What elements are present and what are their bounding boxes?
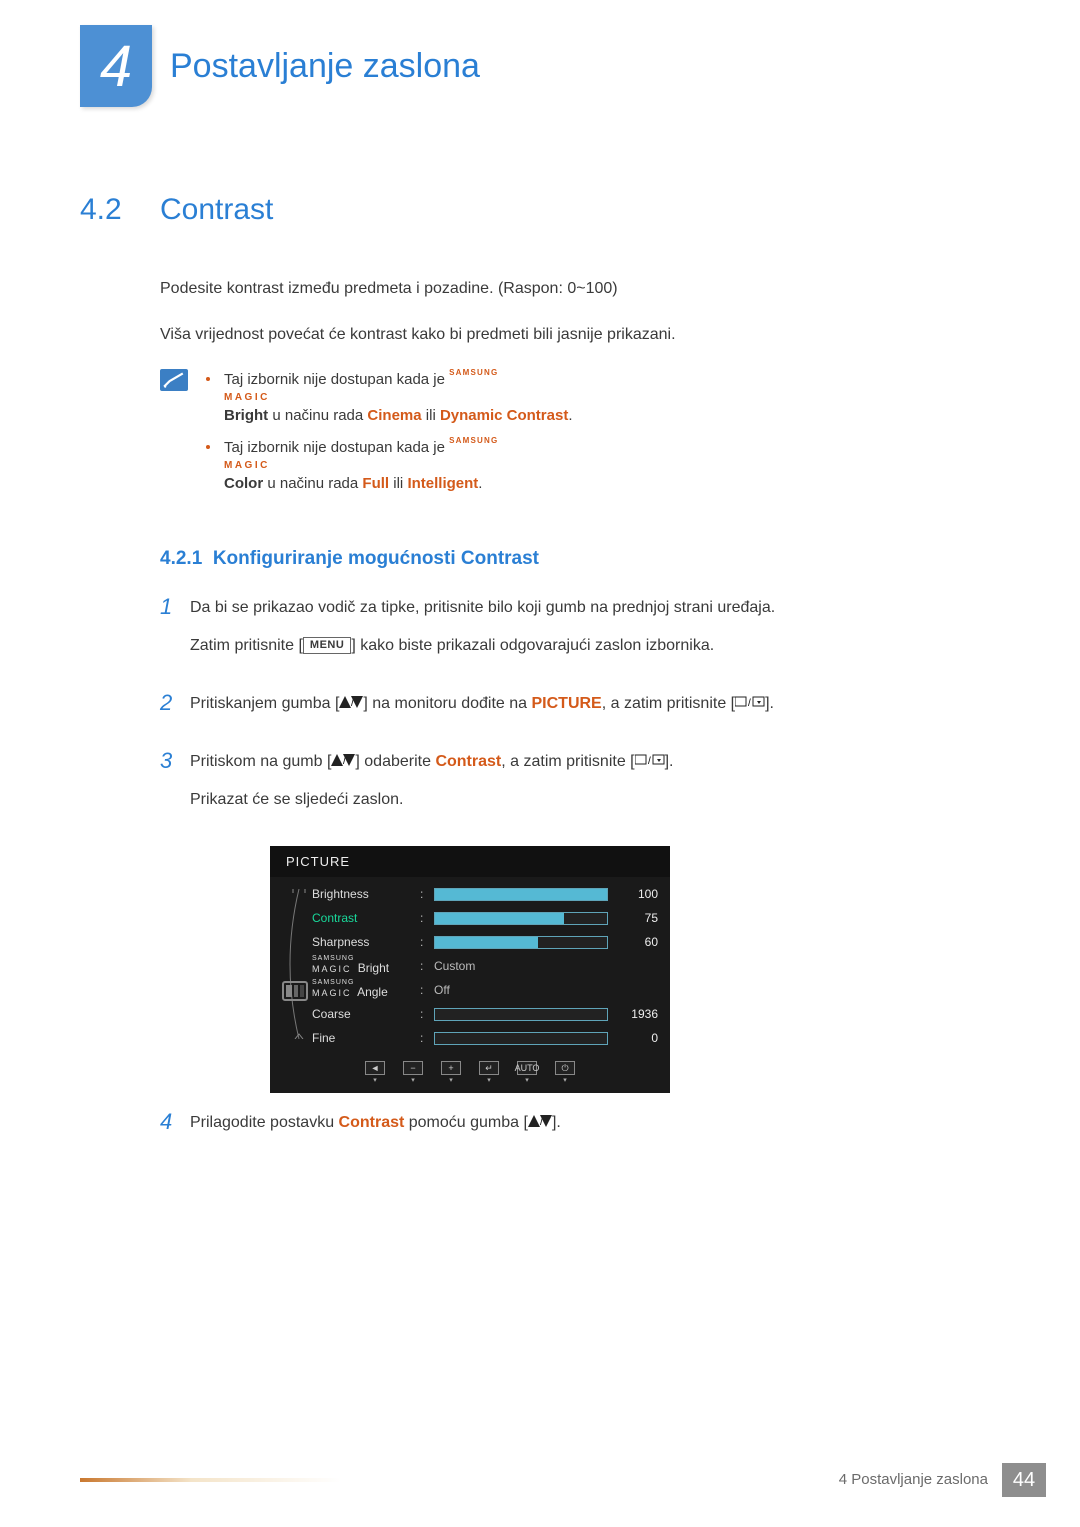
menu-button-icon: MENU xyxy=(303,637,351,654)
osd-value: 100 xyxy=(618,885,658,903)
osd-row-label: Fine xyxy=(312,1029,420,1047)
step-number: 1 xyxy=(160,596,190,672)
osd-row: Fine:0 xyxy=(312,1029,658,1047)
osd-row-label: Coarse xyxy=(312,1005,420,1023)
up-down-icon: / xyxy=(528,1111,552,1135)
osd-row: Brightness:100 xyxy=(312,885,658,903)
section-title: Contrast xyxy=(160,187,273,232)
osd-title: PICTURE xyxy=(270,846,670,878)
chapter-title: Postavljanje zaslona xyxy=(170,41,480,92)
step-4: 4 Prilagodite postavku Contrast pomoću g… xyxy=(160,1111,1000,1149)
intro-paragraph-1: Podesite kontrast između predmeta i poza… xyxy=(160,277,1000,301)
osd-picture-icon xyxy=(280,981,310,1006)
up-down-icon: / xyxy=(339,692,363,716)
osd-value: 75 xyxy=(618,909,658,927)
step-3: 3 Pritiskom na gumb [/] odaberite Contra… xyxy=(160,750,1000,826)
osd-nav-button: ◄▾ xyxy=(365,1061,385,1087)
osd-nav-button: ↵▾ xyxy=(479,1061,499,1087)
step-3-text: Pritiskom na gumb [/] odaberite Contrast… xyxy=(190,750,1000,774)
up-down-icon: / xyxy=(331,750,355,774)
osd-nav-button: −▾ xyxy=(403,1061,423,1087)
page-footer: 4 Postavljanje zaslona 44 xyxy=(0,1463,1080,1497)
footer-decor-bar xyxy=(80,1478,825,1482)
note-item-2: Taj izbornik nije dostupan kada je SAMSU… xyxy=(206,437,573,495)
subsection-title: Konfiguriranje mogućnosti Contrast xyxy=(213,548,539,569)
subsection-number: 4.2.1 xyxy=(160,548,202,569)
step-number: 3 xyxy=(160,750,190,826)
osd-slider xyxy=(434,936,608,949)
svg-text:/: / xyxy=(748,698,751,708)
step-4-text: Prilagodite postavku Contrast pomoću gum… xyxy=(190,1111,1000,1135)
section-heading: 4.2 Contrast xyxy=(80,187,1000,232)
step-1-text-a: Da bi se prikazao vodič za tipke, pritis… xyxy=(190,596,1000,620)
step-number: 2 xyxy=(160,692,190,730)
intro-paragraph-2: Viša vrijednost povećat će kontrast kako… xyxy=(160,323,1000,347)
osd-row-label: Sharpness xyxy=(312,933,420,951)
note-icon xyxy=(160,369,188,391)
osd-row-label: Contrast xyxy=(312,909,420,927)
osd-row-label: SAMSUNGMAGIC Bright xyxy=(312,955,420,977)
osd-slider xyxy=(434,1032,608,1045)
osd-slider xyxy=(434,888,608,901)
osd-value: 0 xyxy=(618,1029,658,1047)
osd-slider xyxy=(434,1008,608,1021)
note-item-1: Taj izbornik nije dostupan kada je SAMSU… xyxy=(206,369,573,427)
osd-row: SAMSUNGMAGIC Angle:Off xyxy=(312,981,658,999)
footer-text: 4 Postavljanje zaslona xyxy=(825,1469,1002,1492)
osd-nav-bar: ◄▾ −▾ +▾ ↵▾ AUTO▾ ⏻▾ xyxy=(270,1055,670,1089)
osd-row: SAMSUNGMAGIC Bright:Custom xyxy=(312,957,658,975)
osd-row-label: Brightness xyxy=(312,885,420,903)
step-2: 2 Pritiskanjem gumba [/] na monitoru dođ… xyxy=(160,692,1000,730)
chapter-number-badge: 4 xyxy=(80,25,152,107)
osd-menu: PICTURE Brightness:100 Contrast:75 Sharpne… xyxy=(270,846,670,1093)
enter-icon: / xyxy=(635,750,665,774)
enter-icon: / xyxy=(735,692,765,716)
osd-slider xyxy=(434,912,608,925)
step-1: 1 Da bi se prikazao vodič za tipke, prit… xyxy=(160,596,1000,672)
osd-value: Custom xyxy=(434,957,618,975)
osd-value: 1936 xyxy=(618,1005,658,1023)
osd-nav-button: ⏻▾ xyxy=(555,1061,575,1087)
osd-row: Sharpness:60 xyxy=(312,933,658,951)
osd-nav-button: AUTO▾ xyxy=(517,1061,537,1087)
osd-value: Off xyxy=(434,981,618,999)
osd-row-label: SAMSUNGMAGIC Angle xyxy=(312,979,420,1001)
osd-value: 60 xyxy=(618,933,658,951)
osd-side-decor xyxy=(276,885,312,1047)
footer-page-number: 44 xyxy=(1002,1463,1046,1497)
step-number: 4 xyxy=(160,1111,190,1149)
step-2-text: Pritiskanjem gumba [/] na monitoru dođit… xyxy=(190,692,1000,716)
step-3-text-b: Prikazat će se sljedeći zaslon. xyxy=(190,788,1000,812)
svg-text:/: / xyxy=(648,756,651,766)
section-number: 4.2 xyxy=(80,187,160,232)
osd-nav-button: +▾ xyxy=(441,1061,461,1087)
subsection-heading: 4.2.1 Konfiguriranje mogućnosti Contrast xyxy=(160,545,1000,574)
osd-row: Coarse:1936 xyxy=(312,1005,658,1023)
chapter-header: 4 Postavljanje zaslona xyxy=(0,0,1080,107)
osd-row: Contrast:75 xyxy=(312,909,658,927)
note-box: Taj izbornik nije dostupan kada je SAMSU… xyxy=(160,369,1000,505)
step-1-text-b: Zatim pritisnite [MENU] kako biste prika… xyxy=(190,634,1000,658)
